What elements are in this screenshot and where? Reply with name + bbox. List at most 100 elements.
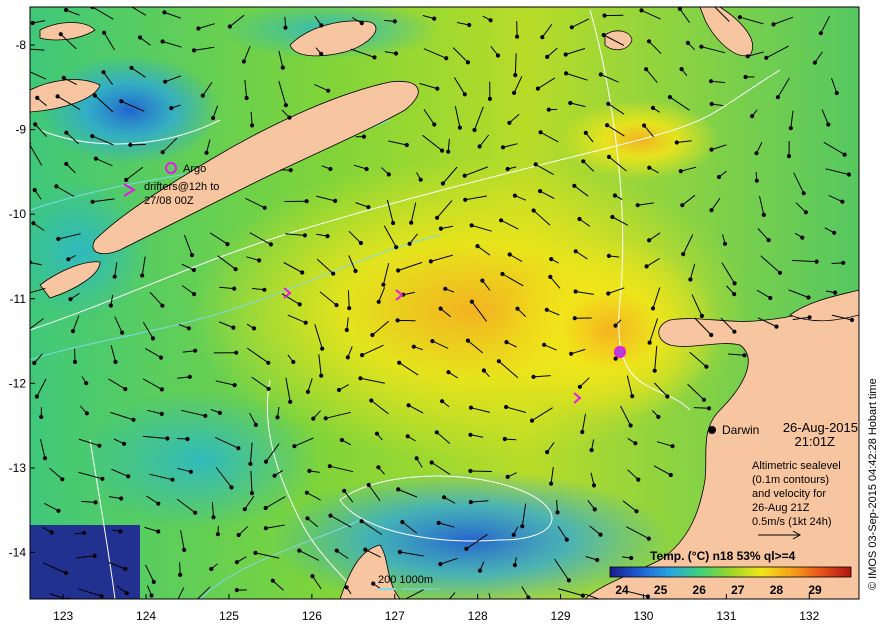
velocity-arrow-head <box>31 221 36 226</box>
velocity-arrow-head <box>709 147 714 152</box>
velocity-arrow-head <box>440 181 445 186</box>
velocity-arrow-head <box>112 274 117 279</box>
velocity-arrow-head <box>84 381 89 386</box>
lon-tick-label: 124 <box>136 609 156 623</box>
velocity-arrow-head <box>311 416 316 421</box>
velocity-arrow-head <box>440 148 445 153</box>
velocity-arrow-head <box>361 134 367 139</box>
velocity-arrow-head <box>688 277 693 282</box>
lon-tick-label: 128 <box>468 609 488 623</box>
lon-tick-label: 131 <box>716 609 736 623</box>
velocity-arrow-head <box>606 154 612 159</box>
velocity-arrow-head <box>834 90 839 96</box>
velocity-arrow-head <box>61 75 66 81</box>
velocity-arrow-head <box>396 268 401 273</box>
velocity-arrow-head <box>709 208 714 213</box>
velocity-arrow-head <box>644 264 649 269</box>
velocity-arrow-head <box>119 496 124 501</box>
velocity-arrow-head <box>589 448 594 453</box>
colorbar-tick-label: 24 <box>615 583 629 597</box>
velocity-arrow-head <box>323 416 328 421</box>
velocity-arrow-head <box>442 495 447 500</box>
lat-tick-label: -10 <box>9 207 27 221</box>
velocity-arrow-head <box>63 570 69 576</box>
velocity-arrow-head <box>646 39 652 44</box>
velocity-arrow-head <box>533 162 538 167</box>
velocity-arrow-head <box>465 60 470 65</box>
velocity-arrow-head <box>169 106 174 111</box>
velocity-arrow-head <box>635 203 640 208</box>
velocity-arrow-head <box>196 26 201 31</box>
velocity-arrow-head <box>650 105 656 111</box>
velocity-arrow-head <box>732 281 737 286</box>
velocity-arrow-head <box>333 198 338 203</box>
velocity-arrow-head <box>291 359 296 365</box>
velocity-arrow-head <box>761 212 766 217</box>
velocity-arrow-head <box>469 223 474 228</box>
velocity-arrow-head <box>331 271 336 276</box>
argo-float <box>614 346 626 358</box>
velocity-arrow-head <box>263 526 268 531</box>
velocity-arrow-head <box>287 115 292 120</box>
velocity-arrow-head <box>32 360 37 366</box>
velocity-arrow-head <box>120 330 125 335</box>
velocity-arrow-head <box>732 329 737 334</box>
velocity-arrow-head <box>468 500 473 505</box>
velocity-arrow-head <box>244 95 249 101</box>
velocity-arrow-head <box>126 3 129 6</box>
velocity-arrow-head <box>344 327 349 333</box>
velocity-arrow-head <box>606 101 611 106</box>
velocity-arrow-head <box>108 303 114 308</box>
velocity-arrow-head <box>446 149 451 154</box>
velocity-arrow-head <box>709 332 714 338</box>
velocity-arrow-head <box>234 560 239 565</box>
velocity-arrow-head <box>217 410 222 415</box>
velocity-arrow-head <box>542 342 547 347</box>
velocity-arrow-head <box>754 151 759 156</box>
velocity-arrow-head <box>569 25 574 30</box>
velocity-arrow-head <box>30 20 35 26</box>
velocity-arrow-head <box>203 413 208 418</box>
velocity-arrow-head <box>126 474 131 479</box>
velocity-arrow-head <box>475 244 480 249</box>
velocity-arrow-head <box>165 436 170 441</box>
velocity-arrow-head <box>370 332 375 338</box>
lon-tick-label: 129 <box>551 609 571 623</box>
velocity-arrow-head <box>129 65 134 70</box>
velocity-arrow-head <box>636 477 641 482</box>
velocity-arrow-head <box>434 430 439 435</box>
lat-tick-label: -9 <box>15 123 26 137</box>
velocity-arrow-head <box>159 411 164 416</box>
velocity-arrow-head <box>788 126 793 131</box>
velocity-arrow-head <box>429 460 434 465</box>
velocity-arrow-head <box>656 414 661 419</box>
velocity-arrow-head <box>56 508 61 513</box>
velocity-arrow-head <box>595 557 600 563</box>
velocity-arrow-head <box>188 469 193 474</box>
velocity-arrow-head <box>786 154 792 159</box>
velocity-arrow-head <box>531 374 536 379</box>
velocity-arrow-head <box>336 387 342 393</box>
velocity-arrow-head <box>99 594 104 599</box>
velocity-arrow-head <box>634 509 639 514</box>
velocity-arrow-head <box>742 353 747 358</box>
velocity-arrow-head <box>502 436 507 442</box>
velocity-arrow-head <box>345 355 350 360</box>
velocity-arrow-head <box>436 520 441 526</box>
velocity-arrow-head <box>253 422 258 427</box>
info-line-4: 26-Aug 21Z <box>752 502 810 514</box>
velocity-arrow-head <box>704 364 709 369</box>
velocity-arrow-head <box>841 260 846 265</box>
velocity-arrow-head <box>189 253 195 258</box>
velocity-arrow-head <box>92 553 97 559</box>
colorbar-tick-label: 29 <box>808 583 822 597</box>
velocity-arrow-head <box>580 593 586 598</box>
velocity-arrow-head <box>90 199 95 204</box>
velocity-arrow-head <box>156 501 161 506</box>
velocity-arrow-head <box>118 529 123 534</box>
velocity-arrow-head <box>358 376 363 381</box>
velocity-arrow-head <box>178 572 183 578</box>
velocity-arrow-head <box>629 555 634 561</box>
velocity-arrow-head <box>608 601 611 604</box>
velocity-arrow-head <box>386 172 391 177</box>
